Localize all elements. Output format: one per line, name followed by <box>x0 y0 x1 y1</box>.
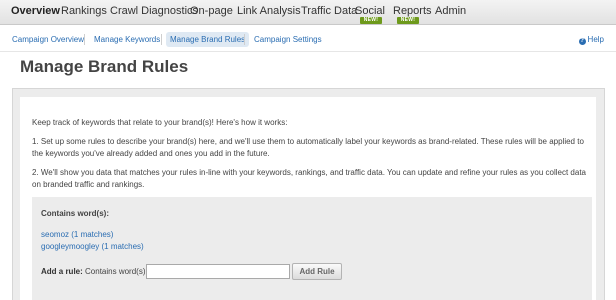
tab-manage-keywords[interactable]: Manage Keywords <box>94 35 160 44</box>
nav-item-reports[interactable]: Reports <box>393 5 432 17</box>
page-title: Manage Brand Rules <box>20 57 189 76</box>
step-2-text: 2. We'll show you data that matches your… <box>32 168 586 189</box>
add-rule-type: Contains word(s) <box>85 267 146 276</box>
rule-link-seomoz[interactable]: seomoz (1 matches) <box>41 230 113 239</box>
tab-manage-brand-rules[interactable]: Manage Brand Rules <box>166 32 250 47</box>
rules-heading: Contains word(s): <box>41 209 109 218</box>
question-circle-icon: ? <box>578 38 586 45</box>
new-badge-reports: NEW! <box>397 17 419 24</box>
top-nav: Overview Rankings Crawl Diagnostics On-p… <box>0 0 616 25</box>
nav-item-rankings[interactable]: Rankings <box>61 5 107 17</box>
nav-item-overview[interactable]: Overview <box>11 5 60 17</box>
nav-item-traffic-data[interactable]: Traffic Data <box>301 5 357 17</box>
intro-text: Keep track of keywords that relate to yo… <box>32 118 288 127</box>
nav-item-social[interactable]: Social <box>355 5 385 17</box>
nav-item-link-analysis[interactable]: Link Analysis <box>237 5 301 17</box>
help-link[interactable]: ? Help <box>578 35 604 45</box>
nav-item-on-page[interactable]: On-page <box>190 5 233 17</box>
divider <box>244 34 245 45</box>
nav-item-crawl-diagnostics[interactable]: Crawl Diagnostics <box>110 5 198 17</box>
tab-campaign-settings[interactable]: Campaign Settings <box>254 35 322 44</box>
rule-input[interactable] <box>146 264 290 279</box>
step-1-text: 1. Set up some rules to describe your br… <box>32 137 584 158</box>
help-label: Help <box>587 35 604 44</box>
tab-campaign-overview[interactable]: Campaign Overview <box>12 35 84 44</box>
divider <box>161 34 162 45</box>
sub-nav: Campaign Overview Manage Keywords Manage… <box>0 26 616 52</box>
add-rule-label: Add a rule: Contains word(s) <box>41 267 145 276</box>
rule-link-googleymoogley[interactable]: googleymoogley (1 matches) <box>41 242 144 251</box>
new-badge-social: NEW! <box>360 17 382 24</box>
add-rule-button[interactable]: Add Rule <box>292 263 342 280</box>
divider <box>84 34 85 45</box>
nav-item-admin[interactable]: Admin <box>435 5 466 17</box>
add-rule-label-strong: Add a rule: <box>41 267 83 276</box>
